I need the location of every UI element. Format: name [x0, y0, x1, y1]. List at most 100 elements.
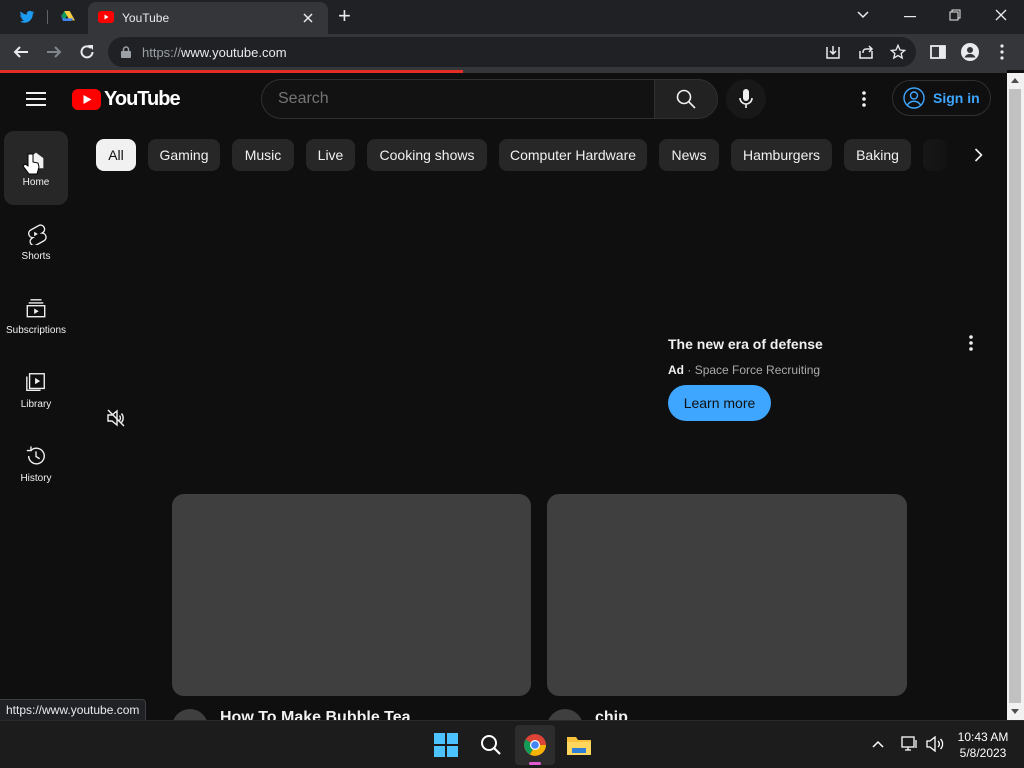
chip-gaming[interactable]: Gaming: [148, 139, 220, 171]
sign-in-button[interactable]: Sign in: [892, 80, 991, 116]
search-icon: [676, 89, 696, 109]
chip-news[interactable]: News: [659, 139, 719, 171]
chip-baking[interactable]: Baking: [844, 139, 911, 171]
new-tab-button[interactable]: +: [338, 4, 351, 28]
chevron-right-icon[interactable]: [974, 148, 983, 162]
tab-youtube[interactable]: YouTube: [88, 2, 328, 34]
sidebar-item-label: Shorts: [21, 251, 51, 262]
twitter-icon: [19, 10, 35, 23]
library-icon: [26, 373, 45, 391]
video-thumbnail[interactable]: [172, 494, 531, 696]
youtube-favicon-icon: [98, 11, 114, 23]
active-app-indicator: [529, 762, 541, 765]
start-button[interactable]: [426, 725, 466, 765]
volume-icon[interactable]: [926, 736, 944, 752]
profile-icon[interactable]: [961, 43, 979, 61]
taskbar-search-button[interactable]: [471, 725, 511, 765]
chrome-menu-icon[interactable]: [1000, 44, 1004, 60]
share-icon[interactable]: [858, 44, 874, 60]
taskbar-clock-time[interactable]: 10:43 AM: [950, 730, 1016, 744]
browser-tab-strip: YouTube +: [0, 0, 1024, 34]
scroll-up-arrow-icon[interactable]: [1011, 78, 1019, 83]
tab-search-chevron-icon[interactable]: [857, 11, 869, 19]
sidebar-item-library[interactable]: Library: [4, 353, 68, 427]
sidebar-item-subscriptions[interactable]: Subscriptions: [4, 279, 68, 353]
sidebar-item-label: History: [20, 473, 52, 484]
youtube-logo[interactable]: YouTube: [72, 88, 181, 111]
bookmark-star-icon[interactable]: [890, 44, 906, 60]
video-title[interactable]: chip: [595, 709, 628, 720]
hamburger-menu-icon[interactable]: [26, 91, 46, 107]
chip-hamburgers[interactable]: Hamburgers: [731, 139, 832, 171]
search-box[interactable]: [261, 79, 655, 119]
pinned-tab-twitter[interactable]: [8, 0, 46, 34]
scrollbar-thumb[interactable]: [1009, 89, 1021, 703]
url-text[interactable]: https://www.youtube.com: [142, 45, 287, 60]
forward-arrow-icon[interactable]: [46, 44, 62, 60]
youtube-page: YouTube Sign in Home Shorts Subscription…: [0, 73, 1007, 720]
chip-music[interactable]: Music: [232, 139, 294, 171]
muted-speaker-icon[interactable]: [106, 409, 126, 427]
taskbar-chrome-button[interactable]: [515, 725, 555, 765]
side-panel-icon[interactable]: [930, 44, 946, 60]
chip-computer-hardware[interactable]: Computer Hardware: [499, 139, 647, 171]
channel-avatar[interactable]: [172, 709, 208, 720]
reload-icon[interactable]: [79, 44, 95, 60]
restore-icon[interactable]: [949, 9, 961, 21]
minimize-icon[interactable]: [904, 16, 916, 18]
youtube-logo-icon: [72, 89, 101, 110]
url-scheme: https://: [142, 45, 182, 60]
learn-more-button[interactable]: Learn more: [668, 385, 771, 421]
account-circle-icon: [903, 87, 925, 109]
mouse-cursor-icon: [22, 153, 40, 175]
ad-badge: Ad: [668, 363, 684, 377]
network-icon[interactable]: [901, 736, 919, 752]
sidebar-item-label: Subscriptions: [5, 325, 67, 336]
url-host: www.youtube.com: [181, 45, 287, 60]
chip-live[interactable]: Live: [306, 139, 355, 171]
history-icon: [26, 446, 45, 465]
chip-all[interactable]: All: [96, 139, 136, 171]
ad-more-options-icon[interactable]: [969, 335, 973, 351]
ad-title[interactable]: The new era of defense: [668, 336, 823, 352]
pinned-tab-google-drive[interactable]: [48, 0, 86, 34]
close-window-icon[interactable]: [995, 9, 1007, 21]
back-arrow-icon[interactable]: [13, 44, 29, 60]
browser-toolbar: https://www.youtube.com: [0, 34, 1024, 70]
scroll-down-arrow-icon[interactable]: [1011, 709, 1019, 714]
tab-title: YouTube: [122, 11, 170, 25]
video-thumbnail[interactable]: [547, 494, 907, 696]
ad-advertiser: Space Force Recruiting: [694, 363, 821, 377]
ad-separator: ·: [687, 363, 692, 377]
video-title[interactable]: How To Make Bubble Tea: [220, 709, 411, 720]
settings-more-icon[interactable]: [862, 91, 866, 107]
address-bar[interactable]: https://www.youtube.com: [108, 37, 916, 67]
subscriptions-icon: [26, 299, 46, 318]
windows-taskbar: 10:43 AM 5/8/2023: [0, 720, 1024, 768]
show-hidden-icons-chevron-icon[interactable]: [872, 740, 884, 748]
chrome-icon: [524, 734, 546, 756]
chip-cooking-shows[interactable]: Cooking shows: [367, 139, 487, 171]
sidebar-item-label: Home: [22, 177, 50, 188]
sidebar-item-label: Library: [20, 399, 52, 410]
sign-in-label: Sign in: [933, 90, 980, 106]
sidebar-item-history[interactable]: History: [4, 427, 68, 501]
chip-fade: [924, 133, 1007, 177]
close-tab-icon[interactable]: [302, 12, 314, 24]
channel-avatar[interactable]: [547, 709, 583, 720]
taskbar-clock-date[interactable]: 5/8/2023: [950, 746, 1016, 760]
youtube-logo-text: YouTube: [104, 88, 181, 110]
link-status-bubble: https://www.youtube.com: [0, 699, 147, 720]
ad-info: Ad · Space Force Recruiting: [668, 363, 820, 377]
search-button[interactable]: [654, 79, 718, 119]
google-drive-icon: [60, 11, 75, 21]
taskbar-file-explorer-button[interactable]: [559, 725, 599, 765]
sidebar-item-shorts[interactable]: Shorts: [4, 205, 68, 279]
page-scrollbar[interactable]: [1007, 73, 1024, 720]
search-icon: [481, 735, 501, 755]
install-app-icon[interactable]: [825, 44, 841, 60]
shorts-icon: [28, 224, 47, 245]
voice-search-button[interactable]: [726, 79, 766, 119]
search-input[interactable]: [278, 90, 638, 108]
lock-icon[interactable]: [121, 46, 131, 58]
